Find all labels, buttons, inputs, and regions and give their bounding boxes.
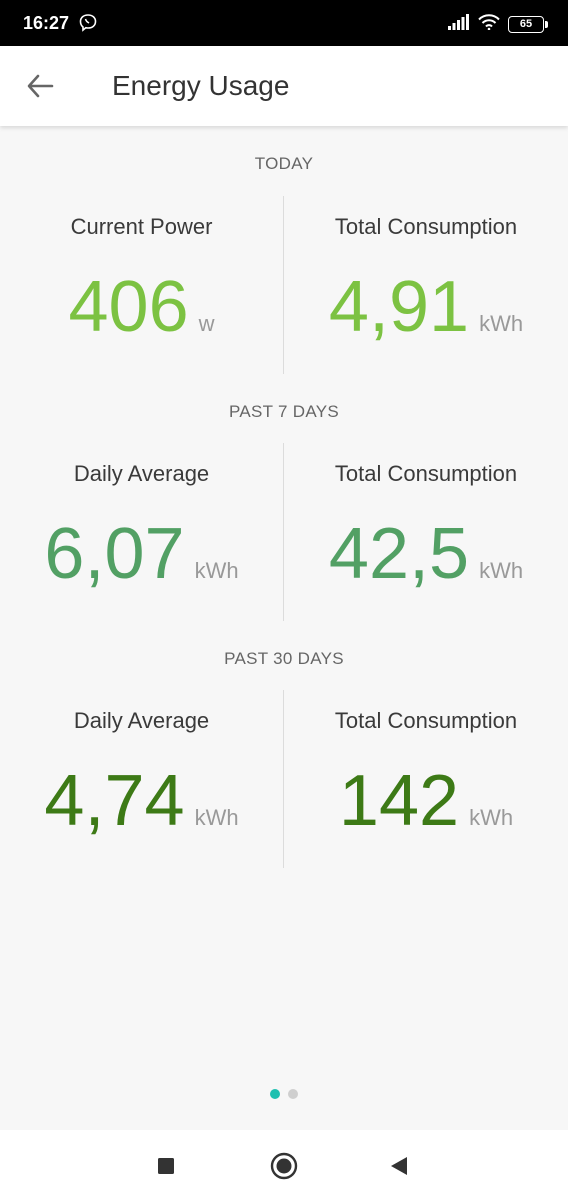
stat-number: 406 — [68, 267, 189, 347]
stat-value: 4,74 kWh — [0, 758, 283, 844]
stat-value: 4,91 kWh — [284, 264, 568, 350]
page-dot-1[interactable] — [270, 1089, 280, 1099]
back-nav-button[interactable] — [388, 1155, 410, 1182]
stat-current-power: Current Power 406 w — [0, 196, 283, 374]
stat-number: 142 — [338, 761, 460, 841]
stat-number: 4,91 — [328, 267, 470, 347]
stat-value: 6,07 kWh — [0, 511, 283, 597]
battery-icon: 65 — [508, 16, 548, 33]
stat-label: Total Consumption — [334, 214, 518, 239]
stat-label: Daily Average — [73, 708, 210, 733]
stat-unit: kWh — [479, 311, 524, 336]
stats-row-past-30-days: Daily Average 4,74 kWh Total Consumption … — [0, 690, 568, 868]
section-title-today: TODAY — [254, 154, 314, 173]
section-title-past-30-days: PAST 30 DAYS — [224, 649, 344, 668]
status-bar: 16:27 65 — [0, 0, 568, 46]
stat-label: Total Consumption — [334, 461, 518, 486]
stats-row-past-7-days: Daily Average 6,07 kWh Total Consumption … — [0, 443, 568, 621]
stat-value: 142 kWh — [284, 758, 568, 844]
stat-total-consumption-today: Total Consumption 4,91 kWh — [284, 196, 568, 374]
stat-total-consumption-30: Total Consumption 142 kWh — [284, 690, 568, 868]
stat-number: 6,07 — [44, 514, 185, 594]
page-indicator — [0, 1089, 568, 1099]
stats-row-today: Current Power 406 w Total Consumption 4,9… — [0, 196, 568, 374]
viber-icon — [78, 13, 98, 38]
stat-unit: kWh — [479, 558, 524, 583]
stat-label: Total Consumption — [334, 708, 518, 733]
arrow-left-icon — [24, 74, 58, 106]
back-button[interactable] — [24, 70, 58, 102]
stat-daily-average-30: Daily Average 4,74 kWh — [0, 690, 283, 868]
page-dot-2[interactable] — [288, 1089, 298, 1099]
stat-label: Current Power — [70, 214, 213, 239]
stat-total-consumption-7: Total Consumption 42,5 kWh — [284, 443, 568, 621]
stat-number: 4,74 — [44, 761, 185, 841]
app-bar: Energy Usage — [0, 46, 568, 126]
stat-daily-average-7: Daily Average 6,07 kWh — [0, 443, 283, 621]
status-indicators: 65 — [448, 14, 548, 35]
square-icon — [156, 1158, 176, 1180]
system-nav-bar — [0, 1130, 568, 1200]
stat-unit: kWh — [469, 805, 514, 830]
status-time: 16:27 — [23, 13, 70, 33]
recent-apps-button[interactable] — [156, 1156, 176, 1181]
stat-unit: w — [198, 311, 215, 336]
stat-unit: kWh — [194, 558, 239, 583]
triangle-left-icon — [388, 1157, 410, 1181]
stat-unit: kWh — [194, 805, 239, 830]
home-button[interactable] — [270, 1152, 298, 1185]
wifi-icon — [478, 14, 500, 35]
stat-label: Daily Average — [73, 461, 210, 486]
page-title: Energy Usage — [112, 70, 290, 101]
stat-value: 42,5 kWh — [284, 511, 568, 597]
signal-icon — [448, 14, 470, 35]
section-title-past-7-days: PAST 7 DAYS — [228, 402, 340, 421]
stat-value: 406 w — [0, 264, 283, 350]
stat-number: 42,5 — [328, 514, 470, 594]
circle-icon — [270, 1152, 298, 1184]
